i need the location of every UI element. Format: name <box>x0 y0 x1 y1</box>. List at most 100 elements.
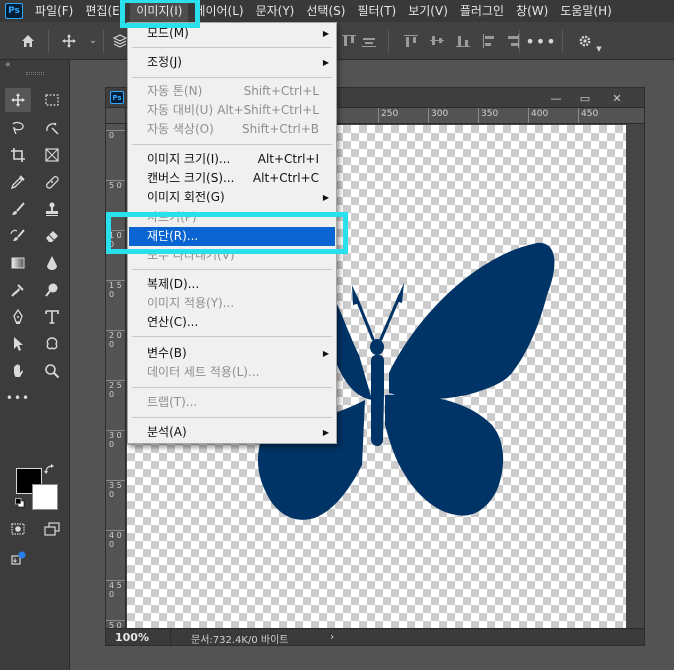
distribute-top-icon[interactable] <box>402 32 420 50</box>
crop-tool-icon[interactable] <box>5 143 31 167</box>
chevron-down-icon[interactable]: ⌄ <box>84 32 102 50</box>
ruler-label: 300 <box>428 108 448 123</box>
sponge-tool-icon[interactable] <box>39 278 65 302</box>
marquee-tool-icon[interactable] <box>39 88 65 112</box>
quick-mask-icon[interactable] <box>5 456 29 480</box>
zoom-tool-icon[interactable] <box>39 359 65 383</box>
menu-item-shortcut: Shift+Ctrl+L <box>243 84 319 98</box>
hand-tool-icon[interactable] <box>5 359 31 383</box>
status-expand-icon[interactable]: › <box>330 630 334 643</box>
ruler-label: 350 <box>478 108 498 123</box>
screen-mode-icon[interactable] <box>39 517 65 541</box>
menu-item-trap[interactable]: 트랩(T)... <box>129 393 335 412</box>
menu-item-shortcut: Shift+Ctrl+B <box>242 122 319 136</box>
type-tool-icon[interactable] <box>39 305 65 329</box>
pen-tool-icon[interactable] <box>5 305 31 329</box>
menu-item-auto-color[interactable]: 자동 색상(O) Shift+Ctrl+B <box>129 120 335 139</box>
more-tools-icon[interactable]: ••• <box>5 386 31 410</box>
dodge-tool-icon[interactable] <box>5 278 31 302</box>
menu-separator <box>132 417 332 418</box>
menu-item-label: 자동 톤(N) <box>147 84 203 98</box>
default-colors-icon[interactable] <box>15 497 25 508</box>
move-icon[interactable] <box>60 32 78 50</box>
collapse-panel-icon[interactable]: « <box>5 60 11 70</box>
menu-help[interactable]: 도움말(H) <box>554 0 618 22</box>
custom-shape-tool-icon[interactable] <box>39 332 65 356</box>
eyedropper-tool-icon[interactable] <box>5 170 31 194</box>
object-select-tool-icon[interactable] <box>39 116 65 140</box>
path-selection-tool-icon[interactable] <box>5 332 31 356</box>
menu-item-auto-contrast[interactable]: 자동 대비(U) Alt+Shift+Ctrl+L <box>129 101 335 120</box>
options-separator <box>562 30 563 52</box>
chevron-down-icon[interactable]: ▼ <box>590 40 608 58</box>
distribute-center-icon[interactable] <box>428 32 446 50</box>
ruler-label: 4 5 0 <box>106 580 125 599</box>
submenu-arrow-icon: ▶ <box>322 29 329 38</box>
menu-item-image-size[interactable]: 이미지 크기(I)... Alt+Ctrl+I <box>129 150 335 169</box>
close-button[interactable]: ✕ <box>603 89 631 107</box>
minimize-button[interactable]: — <box>542 89 570 107</box>
menu-item-analysis[interactable]: 분석(A) ▶ <box>129 423 335 442</box>
ruler-origin[interactable] <box>106 108 126 124</box>
menu-window[interactable]: 창(W) <box>510 0 554 22</box>
clone-stamp-tool-icon[interactable] <box>39 197 65 221</box>
menu-item-label: 이미지 크기(I)... <box>147 152 231 166</box>
photoshop-logo-icon[interactable]: Ps <box>5 3 23 19</box>
distribute-left-icon[interactable] <box>480 32 498 50</box>
zoom-level[interactable]: 100% <box>115 631 149 644</box>
document-size-info[interactable]: 문서:732.4K/0 바이트 <box>191 631 288 646</box>
ruler-label: 450 <box>578 108 598 123</box>
menu-item-auto-tone[interactable]: 자동 톤(N) Shift+Ctrl+L <box>129 82 335 101</box>
share-icon[interactable] <box>5 546 31 570</box>
menu-plugins[interactable]: 플러그인 <box>454 0 510 22</box>
menu-item-label: 변수(B) <box>147 346 187 360</box>
ruler-label: 4 0 0 <box>106 530 125 549</box>
move-tool-icon[interactable] <box>5 88 31 112</box>
gradient-tool-icon[interactable] <box>5 251 31 275</box>
menu-view[interactable]: 보기(V) <box>402 0 454 22</box>
brush-tool-icon[interactable] <box>5 197 31 221</box>
menu-item-calculations[interactable]: 연산(C)... <box>129 313 335 332</box>
panel-grip[interactable] <box>26 72 44 75</box>
history-brush-tool-icon[interactable] <box>5 224 31 248</box>
more-options-icon[interactable]: ••• <box>525 32 555 51</box>
menu-item-apply-data-set[interactable]: 데이터 세트 적용(L)... <box>129 363 335 382</box>
menu-item-label: 이미지 회전(G) <box>147 190 225 204</box>
ruler-label: 3 0 0 <box>106 430 125 449</box>
eraser-tool-icon[interactable] <box>39 224 65 248</box>
vertical-ruler[interactable]: 0 5 0 1 0 0 1 5 0 2 0 0 2 5 0 3 0 0 3 5 … <box>106 124 126 628</box>
menu-item-apply-image[interactable]: 이미지 적용(Y)... <box>129 294 335 313</box>
image-menu-highlight-box <box>120 0 200 28</box>
menu-item-adjustments[interactable]: 조정(J) ▶ <box>129 53 335 72</box>
distribute-bottom-icon[interactable] <box>454 32 472 50</box>
menu-item-duplicate[interactable]: 복제(D)... <box>129 275 335 294</box>
frame-tool-icon[interactable] <box>39 143 65 167</box>
quick-mask-mode-icon[interactable] <box>5 517 31 541</box>
tools-panel: « ••• <box>0 60 70 670</box>
align-top-icon[interactable] <box>340 32 358 50</box>
menu-select[interactable]: 선택(S) <box>300 0 351 22</box>
healing-brush-tool-icon[interactable] <box>39 170 65 194</box>
swap-colors-icon[interactable] <box>42 462 58 478</box>
menu-item-shortcut: Alt+Ctrl+I <box>257 152 319 166</box>
ruler-label: 1 5 0 <box>106 280 125 299</box>
restore-button[interactable]: ▭ <box>571 89 599 107</box>
menu-file[interactable]: 파일(F) <box>29 0 79 22</box>
menu-item-variables[interactable]: 변수(B) ▶ <box>129 344 335 363</box>
menu-item-image-rotation[interactable]: 이미지 회전(G) ▶ <box>129 188 335 207</box>
menu-item-canvas-size[interactable]: 캔버스 크기(S)... Alt+Ctrl+C <box>129 169 335 188</box>
home-icon[interactable] <box>19 32 37 50</box>
submenu-arrow-icon: ▶ <box>322 58 329 67</box>
lasso-tool-icon[interactable] <box>5 116 31 140</box>
menu-separator <box>132 47 332 48</box>
ruler-label: 5 0 <box>106 180 125 190</box>
background-color-swatch[interactable] <box>32 484 58 510</box>
align-middle-icon[interactable] <box>360 32 378 50</box>
vertical-scrollbar[interactable] <box>626 124 644 628</box>
menu-item-label: 캔버스 크기(S)... <box>147 171 235 185</box>
status-bar: 100% 문서:732.4K/0 바이트 › <box>106 628 644 646</box>
menu-type[interactable]: 문자(Y) <box>250 0 301 22</box>
options-separator <box>48 30 49 52</box>
blur-tool-icon[interactable] <box>39 251 65 275</box>
menu-filter[interactable]: 필터(T) <box>351 0 402 22</box>
